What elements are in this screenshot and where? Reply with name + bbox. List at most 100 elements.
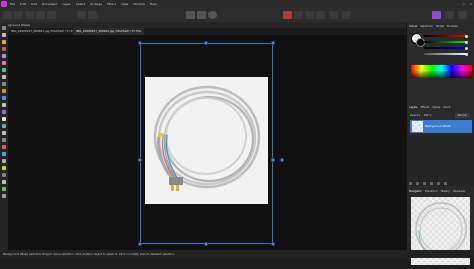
panel-tab-history[interactable]: History — [441, 189, 450, 194]
panel-tab-layers[interactable]: Layers — [409, 105, 418, 110]
minimize-icon[interactable]: – — [457, 0, 459, 8]
tool-icon[interactable] — [2, 110, 6, 114]
tool-icon[interactable] — [2, 145, 6, 149]
panel-tab-channels[interactable]: Channels — [453, 189, 465, 194]
selection-icon[interactable] — [294, 11, 303, 19]
snapping-icon[interactable] — [305, 11, 314, 19]
levels-icon[interactable] — [186, 11, 195, 19]
tool-icon[interactable] — [2, 138, 6, 142]
maximize-icon[interactable]: □ — [463, 0, 466, 8]
panel-layout-icon[interactable] — [445, 11, 454, 19]
menu-arrange[interactable]: Arrange — [90, 0, 102, 8]
menu-document[interactable]: Document — [42, 0, 58, 8]
menu-window[interactable]: Window — [133, 0, 145, 8]
tool-icon[interactable] — [2, 61, 6, 65]
menu-file[interactable]: File — [10, 0, 15, 8]
tool-icon[interactable] — [2, 75, 6, 79]
green-slider[interactable] — [424, 41, 468, 43]
menu-edit[interactable]: Edit — [20, 0, 26, 8]
panel-tab-stock[interactable]: Stock — [443, 105, 450, 110]
tool-icon[interactable] — [2, 68, 6, 72]
document-tab[interactable]: IMG_20200227_000652.jpg (Modified) (77.4… — [8, 28, 79, 35]
panel-tab-navigator[interactable]: Navigator — [409, 189, 422, 194]
blue-slider-knob[interactable] — [465, 46, 468, 50]
grid-icon[interactable] — [316, 11, 325, 19]
tool-icon[interactable] — [2, 40, 6, 44]
panel-tab-brushes[interactable]: Brushes — [447, 24, 457, 29]
tool-icon[interactable] — [2, 33, 6, 37]
selection-handle-bottom[interactable] — [204, 242, 208, 246]
tool-icon[interactable] — [2, 152, 6, 156]
rotation-handle[interactable] — [280, 158, 284, 162]
arrange-icon[interactable] — [342, 11, 351, 19]
blue-slider[interactable] — [424, 47, 468, 49]
selection-handle-top[interactable] — [204, 41, 208, 45]
tool-icon[interactable] — [2, 166, 6, 170]
selection-handle-top-left[interactable] — [138, 41, 142, 45]
opacity-value[interactable]: 100 % — [424, 114, 432, 117]
red-slider-knob[interactable] — [465, 34, 468, 38]
tool-icon[interactable] — [2, 26, 6, 30]
green-slider-knob[interactable] — [465, 40, 468, 44]
panel-tab-colour[interactable]: Colour — [409, 24, 417, 29]
selection-handle-right[interactable] — [271, 158, 275, 162]
menu-layer[interactable]: Layer — [62, 0, 70, 8]
selection-handle-top-right[interactable] — [271, 41, 275, 45]
close-icon[interactable]: × — [469, 0, 472, 8]
panel-tab-transform[interactable]: Transform — [425, 189, 438, 194]
tool-icon[interactable] — [2, 173, 6, 177]
menu-select[interactable]: Select — [76, 0, 85, 8]
tool-icon[interactable] — [2, 89, 6, 93]
colour-spectrum[interactable] — [411, 65, 472, 78]
panel-tab-swatches[interactable]: Swatches — [420, 24, 432, 29]
tool-icon[interactable] — [2, 194, 6, 198]
layer-action-icon[interactable] — [423, 182, 426, 185]
tool-icon[interactable] — [2, 131, 6, 135]
selection-handle-bottom-right[interactable] — [271, 242, 275, 246]
panel-tab-effects[interactable]: Effects — [421, 105, 430, 110]
selection-handle-left[interactable] — [138, 158, 142, 162]
tool-icon[interactable] — [2, 159, 6, 163]
persona-toggle-icon[interactable] — [432, 11, 441, 19]
opacity-slider[interactable] — [424, 53, 468, 55]
menu-text[interactable]: Text — [31, 0, 37, 8]
layer-action-icon[interactable] — [409, 182, 412, 185]
export-persona-icon[interactable] — [47, 11, 56, 19]
tool-icon[interactable] — [2, 103, 6, 107]
selection-handle-bottom-left[interactable] — [138, 242, 142, 246]
tool-icon[interactable] — [2, 54, 6, 58]
blend-mode-select[interactable]: Normal — [454, 113, 470, 118]
quick-mask-icon[interactable] — [283, 11, 292, 19]
layer-action-icon[interactable] — [444, 182, 447, 185]
layer-action-icon[interactable] — [416, 182, 419, 185]
tool-icon[interactable] — [2, 180, 6, 184]
document-tab[interactable]: IMG_20200227_000202.jpg (Modified) (77.3… — [73, 28, 145, 35]
develop-persona-icon[interactable] — [25, 11, 34, 19]
menu-view[interactable]: View — [121, 0, 128, 8]
opacity-slider-knob[interactable] — [465, 52, 468, 56]
tool-icon[interactable] — [2, 47, 6, 51]
tool-icon[interactable] — [2, 124, 6, 128]
layer-row-background[interactable]: Background (Pixel) — [410, 120, 472, 133]
view-tool-icon[interactable] — [88, 11, 97, 19]
layer-action-icon[interactable] — [437, 182, 440, 185]
tool-icon[interactable] — [2, 117, 6, 121]
menu-help[interactable]: Help — [150, 0, 157, 8]
selection-bounding-box[interactable] — [140, 43, 273, 244]
assistant-icon[interactable] — [329, 11, 338, 19]
panel-tab-stroke[interactable]: Stroke — [436, 24, 444, 29]
photo-persona-icon[interactable] — [3, 11, 12, 19]
layer-action-icon[interactable] — [430, 182, 433, 185]
adjustment-icon[interactable] — [208, 11, 217, 19]
tool-icon[interactable] — [2, 96, 6, 100]
tool-icon[interactable] — [2, 187, 6, 191]
menu-filters[interactable]: Filters — [107, 0, 116, 8]
tool-icon[interactable] — [2, 82, 6, 86]
studio-icon[interactable] — [458, 11, 467, 19]
curves-icon[interactable] — [197, 11, 206, 19]
panel-tab-styles[interactable]: Styles — [432, 105, 440, 110]
red-slider[interactable] — [424, 35, 468, 37]
macro-icon[interactable] — [77, 11, 86, 19]
liquify-persona-icon[interactable] — [14, 11, 23, 19]
tone-map-persona-icon[interactable] — [36, 11, 45, 19]
